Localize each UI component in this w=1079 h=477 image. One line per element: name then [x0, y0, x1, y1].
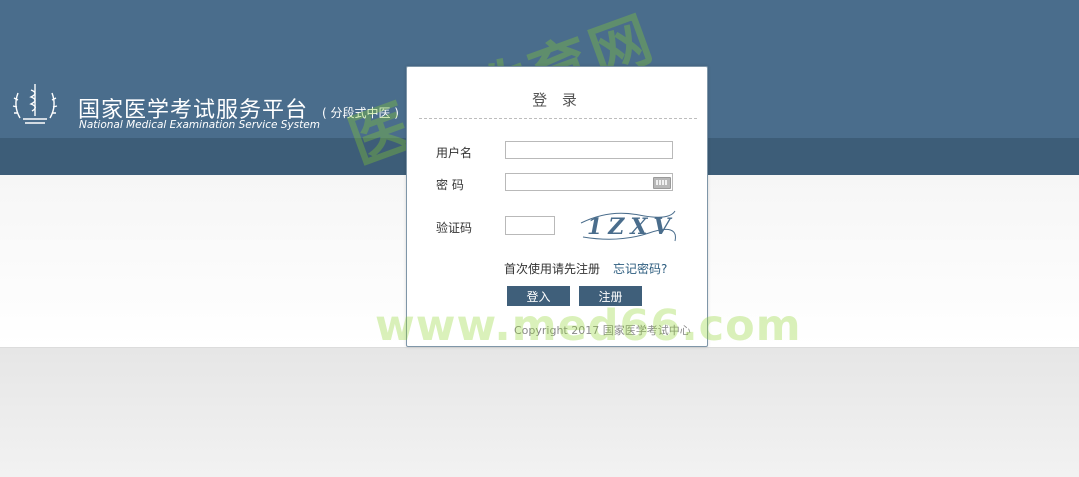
medical-emblem-icon	[12, 84, 58, 124]
captcha-text: 1ZXV	[587, 214, 677, 240]
username-input[interactable]	[505, 141, 673, 159]
forgot-password-link[interactable]: 忘记密码?	[613, 260, 667, 277]
captcha-input[interactable]	[505, 216, 555, 235]
password-input[interactable]	[505, 173, 673, 191]
divider	[419, 118, 697, 119]
captcha-image[interactable]: 1ZXV	[579, 207, 677, 245]
username-label: 用户名	[436, 146, 473, 160]
keyboard-icon[interactable]	[653, 177, 671, 189]
first-use-hint: 首次使用请先注册	[504, 262, 601, 276]
platform-english-title: National Medical Examination Service Sys…	[79, 119, 320, 131]
password-label: 密 码	[436, 178, 464, 192]
watermark-url: www.med66.com	[375, 301, 802, 351]
captcha-label: 验证码	[436, 221, 473, 235]
login-title: 登 录	[532, 91, 582, 109]
footer-band	[0, 348, 1079, 477]
